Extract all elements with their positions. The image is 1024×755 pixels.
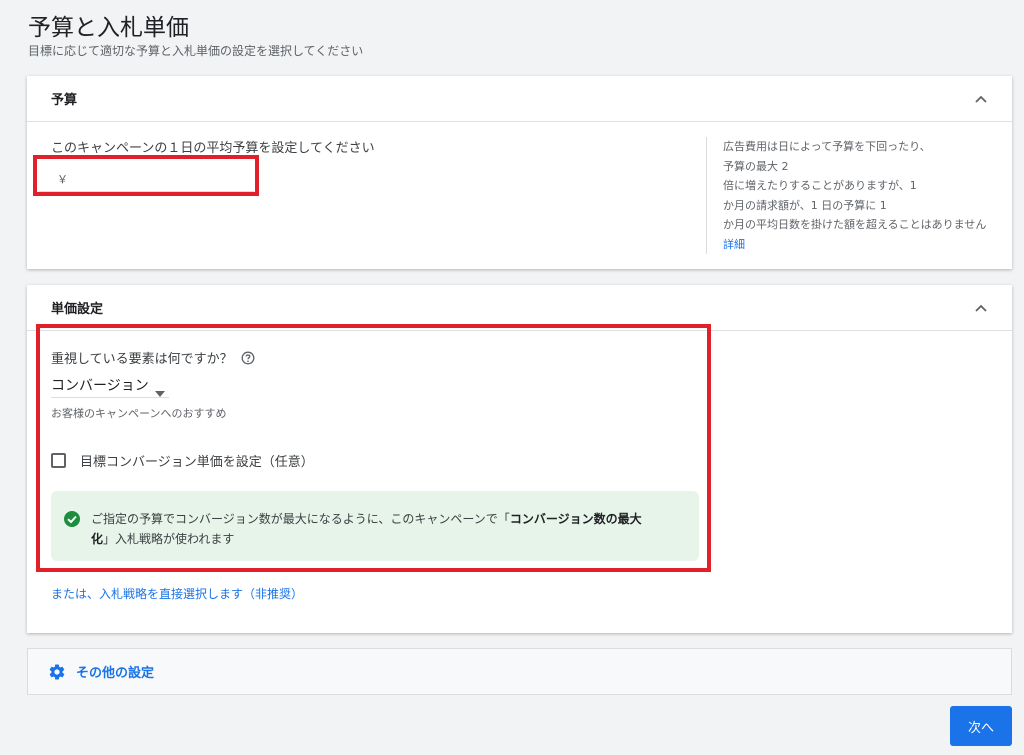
budget-side-info: 広告費用は日によって予算を下回ったり、 予算の最大 2 倍に増えたりすることがあ… — [706, 137, 991, 254]
next-button[interactable]: 次へ — [950, 706, 1012, 746]
other-settings-label: その他の設定 — [76, 666, 155, 681]
dropdown-selected-value: コンバージョン — [51, 377, 149, 394]
budget-side-line: 倍に増えたりすることがありますが、1 — [723, 179, 917, 192]
target-cpa-checkbox-label: 目標コンバージョン単価を設定（任意） — [80, 455, 314, 470]
currency-symbol: ￥ — [57, 172, 68, 186]
bidding-card: 単価設定 重視している要素は何ですか？ コンバージョン お客様のキャンペーンへの… — [27, 285, 1012, 633]
budget-prompt: このキャンペーンの１日の平均予算を設定してください — [51, 141, 375, 156]
budget-side-line: 予算の最大 2 — [723, 159, 789, 173]
other-settings-panel[interactable]: その他の設定 — [27, 648, 1012, 695]
target-cpa-checkbox[interactable] — [51, 453, 66, 468]
info-suffix: 」入札戦略が使われます — [103, 532, 235, 546]
bidding-question-wrap: 重視している要素は何ですか？ — [51, 348, 255, 367]
budget-input[interactable] — [74, 171, 234, 186]
info-prefix: ご指定の予算でコンバージョン数が最大になるように、このキャンペーンで「 — [91, 512, 510, 526]
gear-icon — [48, 663, 66, 681]
help-icon[interactable] — [241, 351, 255, 365]
budget-card-title: 予算 — [51, 93, 78, 108]
budget-side-line: か月の請求額が、1 日の予算に 1 — [723, 198, 887, 212]
chevron-up-icon[interactable] — [974, 92, 988, 106]
details-link[interactable]: 詳細 — [723, 238, 745, 251]
recommendation-text: お客様のキャンペーンへのおすすめ — [51, 407, 227, 420]
info-bold-2: 化 — [91, 532, 104, 546]
select-strategy-directly-link[interactable]: または、入札戦略を直接選択します（非推奨） — [51, 585, 303, 602]
bidding-question-row: 重視している要素は何ですか？ — [51, 348, 255, 367]
strategy-info-text: ご指定の予算でコンバージョン数が最大になるように、このキャンペーンで「コンバージ… — [91, 509, 642, 549]
bidding-card-title: 単価設定 — [51, 302, 104, 317]
page-subtitle: 目標に応じて適切な予算と入札単価の設定を選択してください — [28, 44, 364, 58]
bidding-card-header[interactable]: 単価設定 — [27, 285, 1012, 331]
info-bold-1: コンバージョン数の最大 — [509, 512, 642, 526]
budget-side-line: か月の平均日数を掛けた額を超えることはありません — [723, 218, 987, 231]
check-circle-icon — [63, 510, 81, 528]
budget-input-wrap: ￥ — [39, 166, 254, 192]
target-cpa-checkbox-row[interactable]: 目標コンバージョン単価を設定（任意） — [51, 451, 314, 470]
budget-prompt-wrap: このキャンペーンの１日の平均予算を設定してください — [51, 137, 375, 156]
strategy-info-box: ご指定の予算でコンバージョン数が最大になるように、このキャンペーンで「コンバージ… — [51, 491, 699, 561]
caret-down-icon — [154, 382, 165, 397]
bidding-focus-dropdown[interactable]: コンバージョン — [51, 372, 169, 398]
chevron-up-icon[interactable] — [974, 301, 988, 315]
budget-card: 予算 このキャンペーンの１日の平均予算を設定してください ￥ 広告費用は日によっ… — [27, 76, 1012, 269]
budget-side-line: 広告費用は日によって予算を下回ったり、 — [723, 140, 931, 153]
page-title: 予算と入札単価 — [28, 15, 189, 41]
bidding-question: 重視している要素は何ですか？ — [51, 352, 233, 367]
budget-card-header[interactable]: 予算 — [27, 76, 1012, 122]
